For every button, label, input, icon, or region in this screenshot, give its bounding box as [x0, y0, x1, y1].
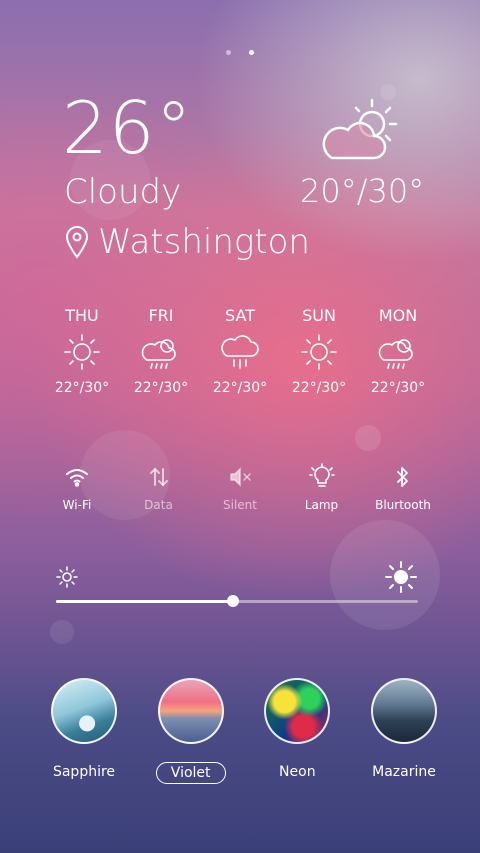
- forecast-day[interactable]: FRI 22°/30°: [123, 306, 199, 396]
- theme-label: Mazarine: [372, 764, 436, 780]
- toggle-label: Data: [144, 498, 173, 512]
- toggle-blurtooth[interactable]: Blurtooth: [364, 462, 442, 512]
- cloud-rain-icon: [139, 332, 183, 374]
- forecast-day-label: THU: [65, 306, 99, 325]
- theme-thumbnail[interactable]: [51, 678, 117, 744]
- page-indicator[interactable]: [226, 50, 254, 55]
- toggle-label: Blurtooth: [375, 498, 431, 512]
- toggle-label: Silent: [223, 498, 257, 512]
- forecast-day-label: FRI: [148, 306, 174, 325]
- toggle-lamp[interactable]: Lamp: [283, 462, 361, 512]
- toggle-data[interactable]: Data: [120, 462, 198, 512]
- mute-icon: [228, 462, 252, 492]
- page-dot-active[interactable]: [249, 50, 254, 55]
- forecast-day[interactable]: THU 22°/30°: [44, 306, 120, 396]
- brightness-thumb[interactable]: [227, 595, 240, 607]
- current-temperature: 26°: [62, 86, 193, 170]
- sun-icon: [297, 332, 341, 374]
- theme-label: Neon: [279, 764, 316, 780]
- theme-label: Violet: [155, 762, 226, 784]
- lamp-icon: [308, 462, 335, 492]
- toggle-silent[interactable]: Silent: [201, 462, 279, 512]
- location-pin-icon: [65, 226, 89, 259]
- theme-picker: Sapphire Violet Neon Mazarine: [40, 678, 448, 784]
- data-arrows-icon: [147, 462, 171, 492]
- brightness-fill: [56, 600, 234, 603]
- brightness-low-icon: [56, 566, 78, 588]
- cloud-rain-icon: [376, 332, 420, 374]
- forecast-temp: 22°/30°: [54, 380, 110, 396]
- forecast-day[interactable]: MON 22°/30°: [360, 306, 436, 396]
- brightness-high-icon: [385, 561, 417, 593]
- home-screen: 26° Cloudy Watshington 20°/30° THU 22°/3…: [0, 0, 480, 853]
- quick-toggles: Wi-Fi Data Silent Lamp Blurtooth: [38, 462, 442, 512]
- forecast-temp: 22°/30°: [370, 380, 426, 396]
- location-name: Watshington: [98, 222, 310, 262]
- bokeh-light: [50, 620, 74, 644]
- weather-condition: Cloudy: [64, 172, 182, 212]
- theme-neon[interactable]: Neon: [253, 678, 341, 784]
- theme-label: Sapphire: [52, 764, 116, 780]
- rain-icon: [218, 332, 262, 374]
- forecast-day[interactable]: SAT 22°/30°: [202, 306, 278, 396]
- toggle-label: Wi-Fi: [62, 498, 92, 512]
- partly-cloudy-icon: [316, 96, 406, 170]
- forecast-day-label: SUN: [302, 306, 336, 325]
- temperature-range: 20°/30°: [300, 172, 425, 210]
- page-dot[interactable]: [226, 50, 231, 55]
- bokeh-light: [355, 425, 381, 451]
- forecast-day-label: MON: [378, 306, 418, 325]
- theme-sapphire[interactable]: Sapphire: [40, 678, 128, 784]
- theme-violet[interactable]: Violet: [147, 678, 235, 784]
- theme-thumbnail[interactable]: [157, 678, 224, 744]
- sun-icon: [60, 332, 104, 374]
- location[interactable]: Watshington: [64, 222, 310, 262]
- theme-thumbnail[interactable]: [370, 678, 437, 744]
- forecast-row: THU 22°/30° FRI 22°/30° SAT 22°/30° SUN 22°…: [44, 306, 436, 396]
- wifi-icon: [65, 462, 89, 492]
- toggle-wifi[interactable]: Wi-Fi: [38, 462, 116, 512]
- theme-thumbnail[interactable]: [264, 678, 331, 744]
- theme-mazarine[interactable]: Mazarine: [360, 678, 448, 784]
- forecast-temp: 22°/30°: [133, 380, 189, 396]
- brightness-slider[interactable]: [56, 561, 418, 607]
- bluetooth-icon: [395, 462, 411, 492]
- forecast-day-label: SAT: [225, 306, 255, 325]
- toggle-label: Lamp: [304, 498, 339, 512]
- forecast-temp: 22°/30°: [291, 380, 347, 396]
- forecast-day[interactable]: SUN 22°/30°: [281, 306, 357, 396]
- forecast-temp: 22°/30°: [212, 380, 268, 396]
